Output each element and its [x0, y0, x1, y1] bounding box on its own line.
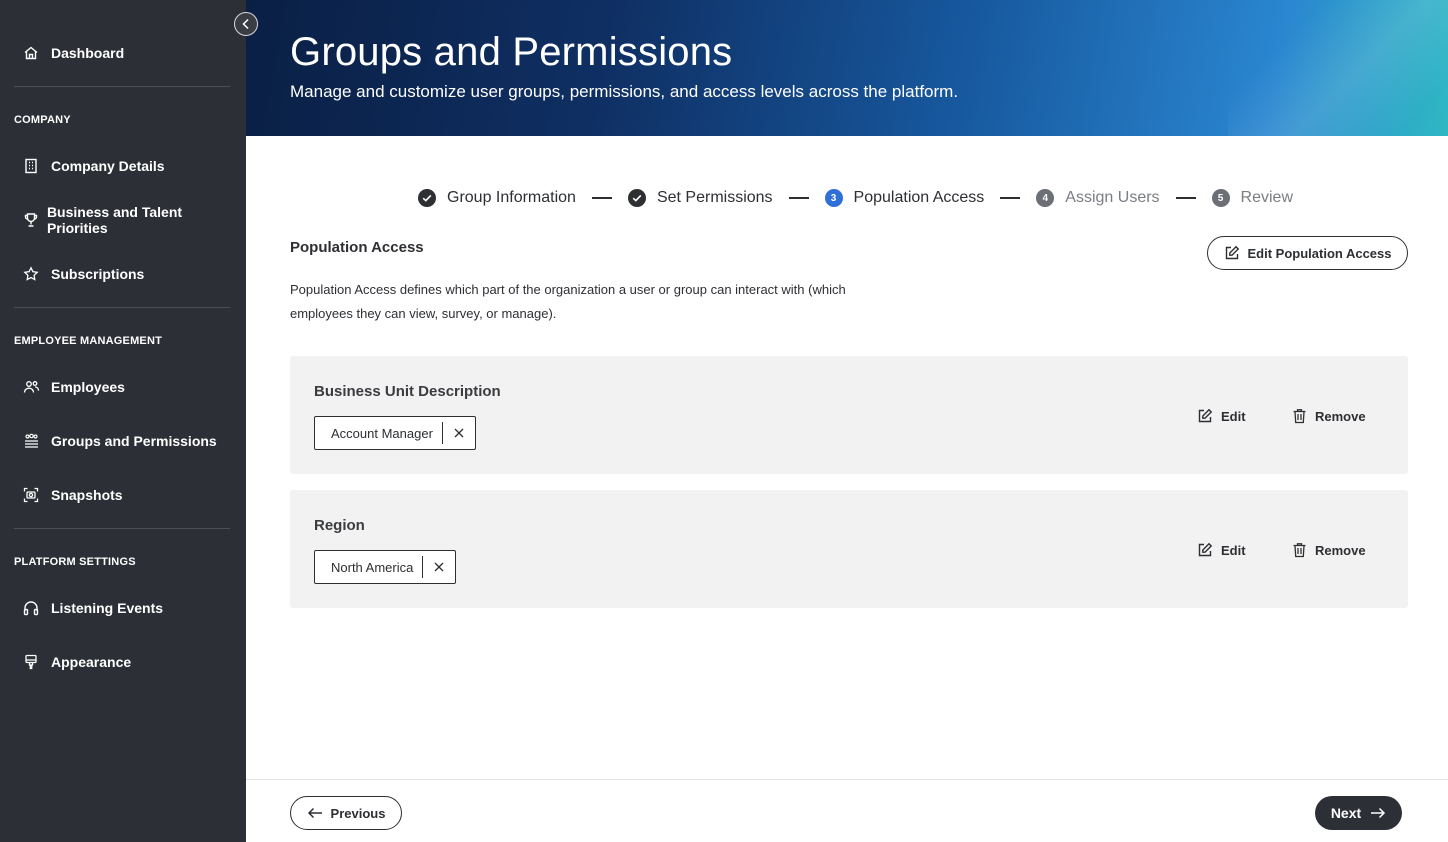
trash-icon	[1292, 542, 1307, 558]
sidebar: Dashboard COMPANY Company Details Busine…	[0, 0, 246, 842]
step-review[interactable]: 5 Review	[1211, 189, 1294, 207]
trophy-icon	[22, 211, 40, 229]
remove-chip-button[interactable]	[443, 417, 475, 449]
remove-button[interactable]: Remove	[1292, 540, 1366, 560]
edit-button[interactable]: Edit	[1197, 540, 1246, 560]
sidebar-collapse-button[interactable]	[234, 12, 258, 36]
sidebar-item-label: Snapshots	[51, 487, 123, 503]
star-icon	[22, 265, 40, 283]
filter-chip: Account Manager	[314, 416, 476, 450]
footer-divider	[246, 779, 1448, 780]
previous-button[interactable]: Previous	[290, 796, 402, 830]
page-header: Groups and Permissions Manage and custom…	[246, 0, 1448, 136]
chip-label: North America	[331, 559, 414, 575]
sidebar-item-label: Dashboard	[51, 45, 125, 61]
close-icon	[454, 428, 464, 438]
step-label: Assign Users	[1065, 189, 1160, 206]
edit-icon	[1197, 408, 1213, 424]
arrow-right-icon	[1370, 807, 1386, 819]
remove-button[interactable]: Remove	[1292, 406, 1366, 426]
step-group-information[interactable]: Group Information	[418, 189, 576, 207]
step-label: Population Access	[853, 189, 985, 206]
step-connector	[788, 197, 809, 199]
step-number: 4	[1036, 189, 1055, 207]
sidebar-item-employees[interactable]: Employees	[0, 367, 246, 407]
edit-icon	[1197, 542, 1213, 558]
remove-chip-button[interactable]	[423, 551, 455, 583]
step-set-permissions[interactable]: Set Permissions	[627, 189, 773, 207]
section-description: Population Access defines which part of …	[290, 282, 846, 321]
divider	[14, 528, 230, 529]
button-label: Edit Population Access	[1247, 245, 1392, 261]
sidebar-item-groups-and-permissions[interactable]: Groups and Permissions	[0, 421, 246, 461]
sidebar-item-label: Appearance	[51, 654, 132, 670]
sidebar-item-dashboard[interactable]: Dashboard	[0, 33, 246, 73]
stepper: Group Information Set Permissions 3 Popu…	[418, 186, 1293, 210]
button-label: Next	[1330, 805, 1362, 821]
next-button[interactable]: Next	[1315, 796, 1402, 830]
section-title: Population Access	[290, 239, 424, 256]
paint-brush-icon	[22, 653, 40, 671]
step-connector	[1000, 197, 1021, 199]
check-icon	[627, 189, 646, 207]
sidebar-item-label: Listening Events	[51, 600, 164, 616]
sidebar-item-label: Employees	[51, 379, 125, 395]
population-rule-card: Business Unit Description Account Manage…	[290, 356, 1408, 474]
sidebar-item-subscriptions[interactable]: Subscriptions	[0, 254, 246, 294]
people-icon	[22, 378, 40, 396]
check-icon	[418, 189, 436, 207]
section-platform-settings: PLATFORM SETTINGS	[14, 556, 136, 568]
step-number: 3	[824, 189, 843, 207]
step-number: 5	[1211, 189, 1230, 207]
trash-icon	[1292, 408, 1307, 424]
sidebar-item-label: Business and Talent Priorities	[46, 204, 183, 236]
chevron-left-icon	[242, 18, 249, 30]
page-subtitle: Manage and customize user groups, permis…	[290, 82, 959, 101]
sidebar-item-snapshots[interactable]: Snapshots	[0, 475, 246, 515]
sidebar-item-company-details[interactable]: Company Details	[0, 146, 246, 186]
headphones-icon	[22, 599, 40, 617]
button-label: Remove	[1315, 408, 1366, 424]
sidebar-item-appearance[interactable]: Appearance	[0, 642, 246, 682]
step-label: Group Information	[447, 189, 576, 206]
card-title: Business Unit Description	[314, 383, 501, 400]
page-title: Groups and Permissions	[290, 30, 733, 74]
snapshot-icon	[22, 486, 40, 504]
filter-chip: North America	[314, 550, 457, 584]
edit-button[interactable]: Edit	[1197, 406, 1246, 426]
divider	[14, 307, 230, 308]
population-rule-card: Region North America Edit Remove	[290, 490, 1408, 608]
sidebar-item-label: Groups and Permissions	[51, 433, 217, 449]
close-icon	[434, 562, 444, 572]
chip-label: Account Manager	[331, 425, 433, 441]
divider	[14, 86, 230, 87]
arrow-left-icon	[307, 807, 323, 819]
step-assign-users[interactable]: 4 Assign Users	[1036, 189, 1160, 207]
edit-icon	[1224, 245, 1240, 261]
sidebar-item-business-talent-priorities[interactable]: Business and Talent Priorities	[0, 200, 246, 240]
edit-population-access-button[interactable]: Edit Population Access	[1207, 236, 1408, 270]
button-label: Edit	[1221, 542, 1246, 558]
sidebar-item-listening-events[interactable]: Listening Events	[0, 588, 246, 628]
section-employee-management: EMPLOYEE MANAGEMENT	[14, 335, 163, 347]
step-population-access[interactable]: 3 Population Access	[824, 189, 985, 207]
step-label: Review	[1240, 189, 1294, 206]
button-label: Edit	[1221, 408, 1246, 424]
sidebar-item-label: Subscriptions	[51, 266, 145, 282]
building-icon	[22, 157, 40, 175]
step-connector	[1175, 197, 1196, 199]
home-icon	[22, 44, 40, 62]
sidebar-item-label: Company Details	[51, 158, 165, 174]
button-label: Remove	[1315, 542, 1366, 558]
group-permissions-icon	[22, 432, 40, 450]
step-label: Set Permissions	[656, 189, 773, 206]
card-title: Region	[314, 517, 365, 534]
button-label: Previous	[330, 805, 386, 821]
section-company: COMPANY	[14, 114, 71, 126]
step-connector	[591, 197, 612, 199]
